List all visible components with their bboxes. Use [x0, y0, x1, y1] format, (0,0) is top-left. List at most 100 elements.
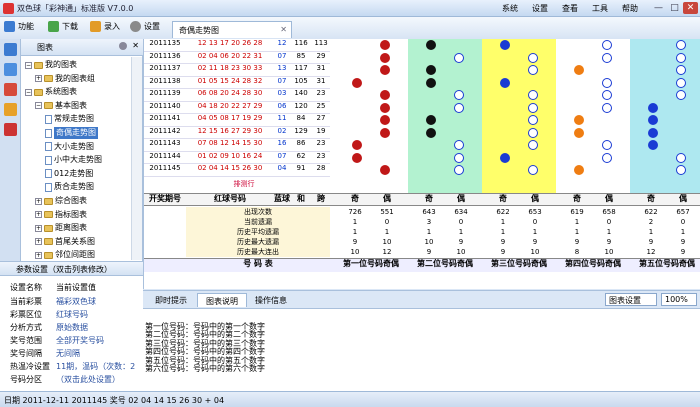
close-button[interactable]: ✕: [683, 2, 698, 14]
param-value[interactable]: 全部开奖号码: [56, 335, 104, 346]
trend-node: [426, 65, 436, 75]
settings-button[interactable]: 设置: [130, 21, 160, 32]
stat-even: 0: [680, 217, 686, 226]
stat-label: 出现次数: [186, 206, 330, 217]
sum-cell: 84: [290, 114, 312, 127]
chart-description: 第一位号码：号码中的第一个数字 第二位号码：号码中的第二个数字 第三位号码：号码中的…: [143, 308, 700, 391]
expand-toggle-icon[interactable]: +: [35, 238, 42, 246]
expand-toggle-icon[interactable]: +: [35, 224, 42, 232]
download-button[interactable]: 下载: [48, 21, 78, 32]
trend-node: [676, 152, 686, 163]
title-bar: 双色球「彩神通」标准版 V7.0.0 系统 设置 查看 工具 帮助 — □ ✕: [0, 0, 700, 17]
stat-odd: 1: [426, 227, 432, 236]
tree-item[interactable]: 常规走势图: [45, 113, 94, 125]
trend-icon[interactable]: [4, 63, 17, 76]
close-icon[interactable]: ✕: [132, 41, 139, 50]
maximize-button[interactable]: □: [667, 2, 682, 14]
trend-node: [574, 127, 584, 138]
param-value[interactable]: 11期，温码（次数：2: [56, 361, 135, 372]
tools-icon[interactable]: [4, 123, 17, 136]
footer-col: 第三位号码奇偶: [491, 258, 547, 268]
stat-odd: 10: [424, 237, 434, 246]
menu-system[interactable]: 系统: [502, 3, 518, 14]
param-value[interactable]: 原始数据: [56, 322, 88, 333]
input-button[interactable]: 录入: [90, 21, 120, 32]
param-value[interactable]: 红球号码: [56, 309, 88, 320]
expand-toggle-icon[interactable]: +: [35, 211, 42, 219]
tree-item[interactable]: + 指标图表: [35, 209, 87, 221]
stat-even: 658: [602, 207, 616, 216]
chart-page-icon: [45, 128, 52, 138]
gear-icon[interactable]: [119, 42, 127, 50]
footer-col: 第四位号码奇偶: [565, 258, 621, 268]
stat-even: 1: [384, 227, 390, 236]
menu-view[interactable]: 查看: [562, 3, 578, 14]
minimize-button[interactable]: —: [651, 2, 666, 14]
expand-toggle-icon[interactable]: −: [35, 102, 42, 110]
expand-toggle-icon[interactable]: +: [35, 251, 42, 259]
trend-chart-grid[interactable]: 2011135 12 13 17 20 26 28 12 116 113 2011136 0…: [143, 39, 700, 289]
menu-tools[interactable]: 工具: [592, 3, 608, 14]
stat-even: 9: [680, 247, 686, 256]
tree-item[interactable]: − 系统图表: [25, 86, 77, 98]
expand-toggle-icon[interactable]: +: [35, 75, 42, 83]
stat-even: 0: [458, 217, 464, 226]
stats-icon[interactable]: [4, 103, 17, 116]
col-odd-header: 奇: [573, 193, 581, 203]
trend-node: [426, 127, 436, 138]
tree-item[interactable]: − 我的图表: [25, 59, 77, 71]
span-cell: 23: [312, 89, 330, 102]
stat-odd: 619: [570, 207, 584, 216]
tab-chart-description[interactable]: 图表说明: [197, 293, 247, 307]
tree-item[interactable]: 012走势图: [45, 168, 93, 180]
span-cell: 23: [312, 152, 330, 164]
tree-item[interactable]: + 邻位间距图: [35, 249, 95, 261]
issue-cell: 2011143: [144, 139, 186, 152]
stat-even: 9: [606, 237, 612, 246]
tree-item[interactable]: + 综合图表: [35, 195, 87, 207]
chart-setting-select[interactable]: 图表设置: [605, 293, 657, 306]
function-button[interactable]: 功能: [4, 21, 34, 32]
filter-icon[interactable]: [4, 83, 17, 96]
tree-item[interactable]: 小中大走势图: [45, 154, 102, 166]
tree-item[interactable]: + 首尾关系图: [35, 236, 95, 248]
chart-page-icon: [45, 169, 52, 179]
tree-item[interactable]: 质合走势图: [45, 181, 94, 193]
menu-settings[interactable]: 设置: [532, 3, 548, 14]
menu-help[interactable]: 帮助: [622, 3, 638, 14]
blue-number-cell: 06: [274, 102, 290, 114]
param-value[interactable]: 无间隔: [56, 348, 80, 359]
red-numbers-cell: 06 08 20 24 28 30: [186, 89, 274, 102]
tab-close-icon[interactable]: ✕: [280, 25, 287, 34]
tab-odd-even-chart[interactable]: 奇偶走势图 ✕: [172, 21, 292, 38]
tree-item[interactable]: 大小走势图: [45, 141, 94, 153]
tab-operation-info[interactable]: 操作信息: [247, 293, 295, 307]
param-value[interactable]: （双击此处设置）: [56, 374, 120, 385]
zoom-select[interactable]: 100%: [661, 293, 697, 306]
issue-cell: 2011137: [144, 64, 186, 77]
tree-item[interactable]: + 我的图表组: [35, 73, 95, 85]
trend-node: [602, 77, 612, 88]
tree-item[interactable]: 奇偶走势图: [45, 127, 98, 139]
issue-cell: 2011139: [144, 89, 186, 102]
red-numbers-cell: 01 05 15 24 28 32: [186, 77, 274, 89]
expand-toggle-icon[interactable]: −: [25, 88, 32, 96]
col-span-header: 跨: [317, 193, 325, 203]
tree-item[interactable]: + 距离图表: [35, 222, 87, 234]
span-cell: 31: [312, 77, 330, 89]
stat-even: 551: [380, 207, 394, 216]
param-col-name: 设置名称: [10, 283, 42, 292]
trend-node: [528, 90, 538, 100]
chart-icon[interactable]: [4, 43, 17, 56]
expand-toggle-icon[interactable]: +: [35, 197, 42, 205]
tree-item-label: 综合图表: [55, 196, 87, 205]
tree-item[interactable]: − 基本图表: [35, 100, 87, 112]
issue-cell: 2011142: [144, 127, 186, 139]
expand-toggle-icon[interactable]: −: [25, 61, 32, 69]
tree-scrollbar[interactable]: [131, 57, 142, 260]
param-value[interactable]: 福彩双色球: [56, 296, 96, 307]
trend-node: [676, 77, 686, 88]
tab-instant-tips[interactable]: 即时提示: [147, 293, 195, 307]
tree-item-label: 指标图表: [55, 209, 87, 219]
trend-node: [602, 102, 612, 113]
